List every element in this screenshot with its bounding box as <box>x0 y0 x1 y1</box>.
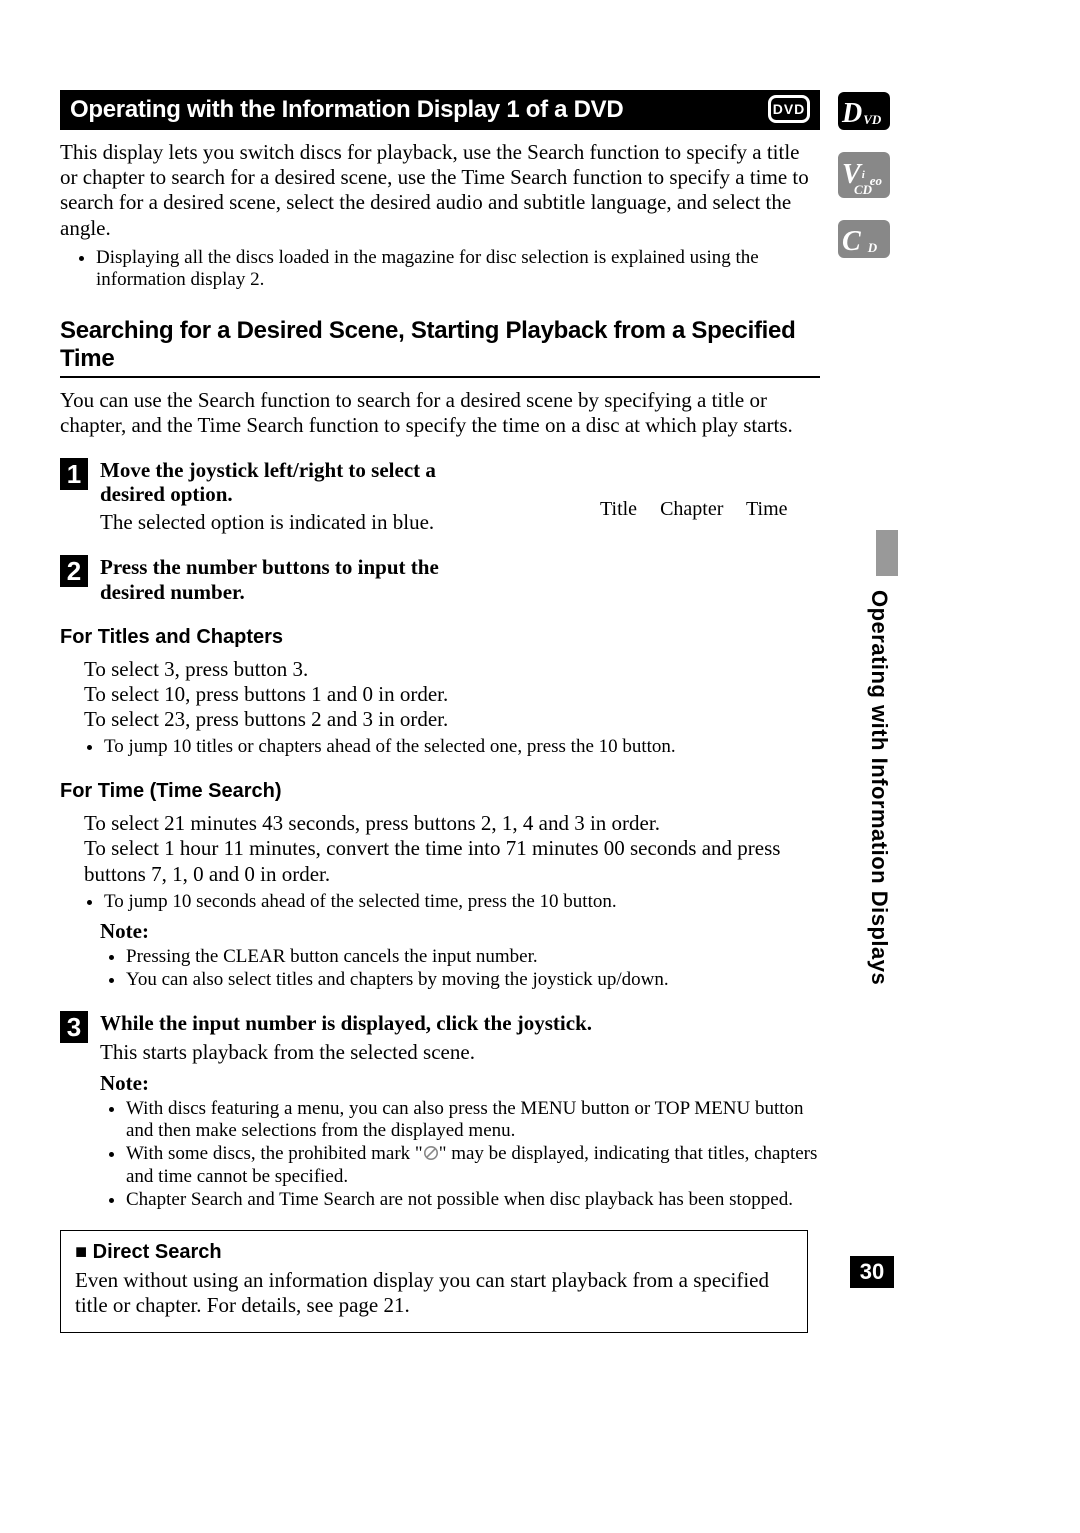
sidebar-badge-cd: CD <box>838 220 890 258</box>
note-2-list: With discs featuring a menu, you can als… <box>126 1098 820 1212</box>
step-1: 1 Move the joystick left/right to select… <box>60 458 820 535</box>
note-2-b1: With discs featuring a menu, you can als… <box>126 1098 820 1144</box>
intro-bullet: Displaying all the discs loaded in the m… <box>96 247 820 291</box>
page-number: 30 <box>850 1256 894 1288</box>
option-time: Time <box>746 498 788 520</box>
step-number-icon: 1 <box>60 458 88 490</box>
subsection-heading: Searching for a Desired Scene, Starting … <box>60 317 820 378</box>
note-2-label: Note: <box>100 1071 820 1096</box>
section-title: Operating with the Information Display 1… <box>70 96 623 124</box>
time-search-body: To select 21 minutes 43 seconds, press b… <box>84 811 820 887</box>
subhead-titles-chapters: For Titles and Chapters <box>60 626 820 649</box>
note-1-list: Pressing the CLEAR button cancels the in… <box>126 946 820 992</box>
note-2-b2: With some discs, the prohibited mark "" … <box>126 1143 820 1189</box>
section-title-bar: Operating with the Information Display 1… <box>60 90 820 130</box>
intro-bullet-list: Displaying all the discs loaded in the m… <box>90 247 820 291</box>
ts-bullet-1: To jump 10 seconds ahead of the selected… <box>104 891 820 913</box>
intro-paragraph: This display lets you switch discs for p… <box>60 140 820 241</box>
note-1-b2: You can also select titles and chapters … <box>126 969 820 992</box>
tc-bullets: To jump 10 titles or chapters ahead of t… <box>104 736 820 758</box>
tc-bullet-1: To jump 10 titles or chapters ahead of t… <box>104 736 820 758</box>
step-2: 2 Press the number buttons to input the … <box>60 555 820 603</box>
sidebar-badge-dvd: DVD <box>838 92 890 130</box>
step-1-heading: Move the joystick left/right to select a… <box>100 458 480 506</box>
step-2-heading: Press the number buttons to input the de… <box>100 555 500 603</box>
note-1-b1: Pressing the CLEAR button cancels the in… <box>126 946 820 969</box>
tc-line-2: To select 10, press buttons 1 and 0 in o… <box>84 682 820 707</box>
ts-line-1: To select 21 minutes 43 seconds, press b… <box>84 811 820 836</box>
direct-search-title: Direct Search <box>75 1241 793 1264</box>
ts-line-2: To select 1 hour 11 minutes, convert the… <box>84 836 820 886</box>
direct-search-body: Even without using an information displa… <box>75 1268 793 1318</box>
prohibited-icon <box>423 1145 439 1161</box>
step-3: 3 While the input number is displayed, c… <box>60 1011 820 1064</box>
direct-search-box: Direct Search Even without using an info… <box>60 1230 808 1333</box>
subhead-time-search: For Time (Time Search) <box>60 780 820 803</box>
option-chapter: Chapter <box>660 498 723 520</box>
note-2-b3: Chapter Search and Time Search are not p… <box>126 1189 820 1212</box>
step-3-body: This starts playback from the selected s… <box>100 1040 820 1065</box>
sidebar-tab-marker <box>876 530 898 576</box>
tc-line-1: To select 3, press button 3. <box>84 657 820 682</box>
note-1-label: Note: <box>100 919 820 944</box>
option-title: Title <box>600 498 637 520</box>
tc-line-3: To select 23, press buttons 2 and 3 in o… <box>84 707 820 732</box>
option-labels: Title Chapter Time <box>600 498 806 521</box>
subsection-body: You can use the Search function to searc… <box>60 388 820 438</box>
ts-bullets: To jump 10 seconds ahead of the selected… <box>104 891 820 913</box>
step-number-icon: 3 <box>60 1011 88 1043</box>
step-number-icon: 2 <box>60 555 88 587</box>
step-3-heading: While the input number is displayed, cli… <box>100 1011 820 1035</box>
titles-chapters-body: To select 3, press button 3. To select 1… <box>84 657 820 733</box>
sidebar-badge-video-cd: Vieo CD <box>838 152 890 198</box>
dvd-icon: DVD <box>768 95 810 123</box>
sidebar-section-label: Operating with Information Displays <box>864 590 892 1010</box>
